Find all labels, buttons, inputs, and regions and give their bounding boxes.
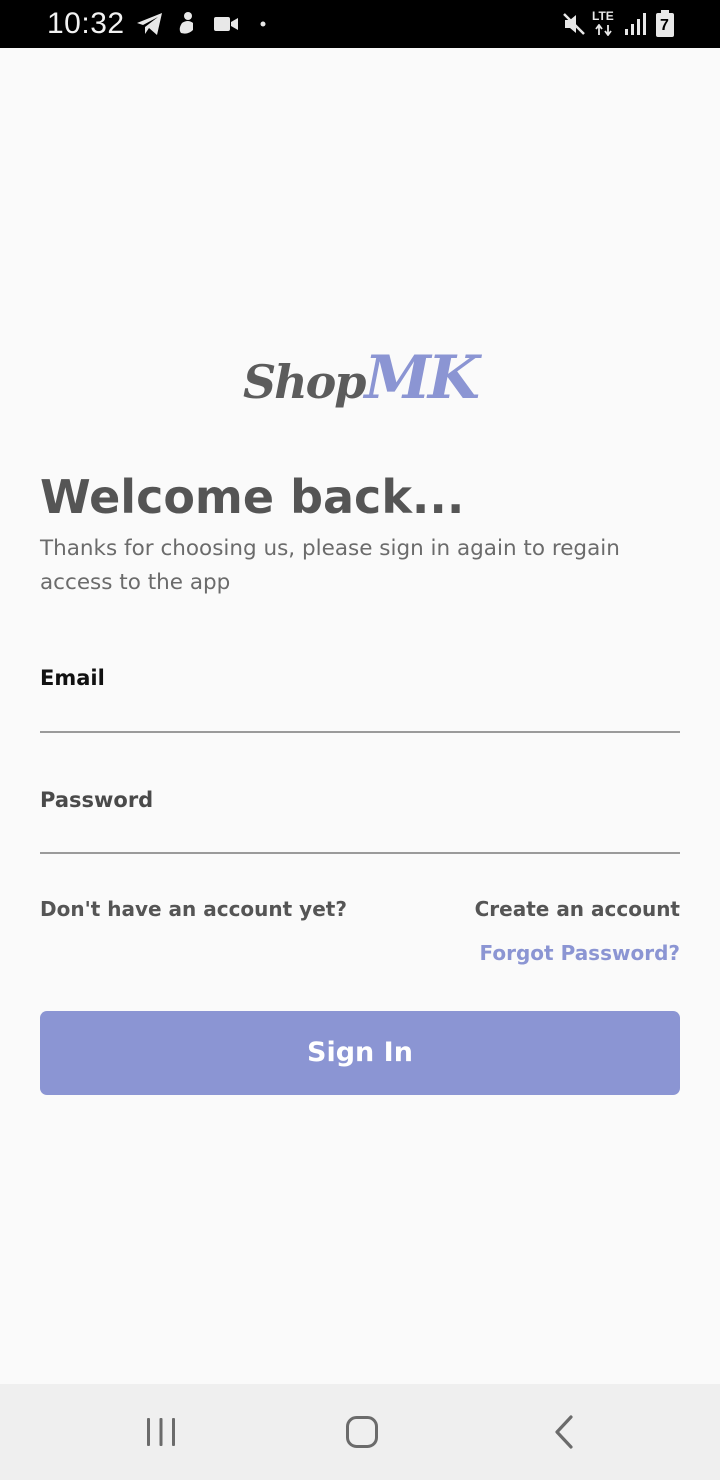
create-account-link[interactable]: Create an account — [475, 895, 680, 923]
sign-in-button[interactable]: Sign In — [40, 1011, 680, 1095]
password-label: Password — [40, 788, 154, 812]
recent-apps-icon[interactable] — [137, 1408, 185, 1456]
signal-icon — [625, 13, 646, 35]
email-underline — [40, 731, 680, 733]
logo-text-shop: Shop — [242, 355, 367, 409]
telegram-icon — [137, 13, 162, 35]
dot-icon — [260, 21, 266, 27]
navigation-bar — [0, 1384, 720, 1480]
network-label: LTE — [592, 9, 614, 23]
status-time: 10:32 — [47, 7, 125, 40]
status-bar: 10:32 LTE 7 — [0, 0, 720, 48]
no-account-text: Don't have an account yet? — [40, 897, 347, 921]
email-label: Email — [40, 666, 105, 690]
battery-icon: 7 — [655, 10, 675, 38]
logo-text-mk: MK — [364, 343, 480, 413]
person-icon — [179, 12, 193, 34]
password-field[interactable] — [40, 818, 680, 852]
password-underline — [40, 852, 680, 854]
mute-icon — [563, 13, 585, 35]
lte-icon: LTE — [590, 9, 618, 39]
email-field[interactable] — [40, 697, 680, 731]
battery-level: 7 — [660, 17, 669, 34]
forgot-password-link[interactable]: Forgot Password? — [480, 939, 680, 967]
video-camera-icon — [214, 17, 238, 31]
back-icon[interactable] — [540, 1408, 588, 1456]
home-icon[interactable] — [338, 1408, 386, 1456]
page-title: Welcome back... — [40, 470, 465, 524]
page-subtitle: Thanks for choosing us, please sign in a… — [40, 536, 620, 595]
app-logo: ShopMK — [0, 338, 720, 433]
